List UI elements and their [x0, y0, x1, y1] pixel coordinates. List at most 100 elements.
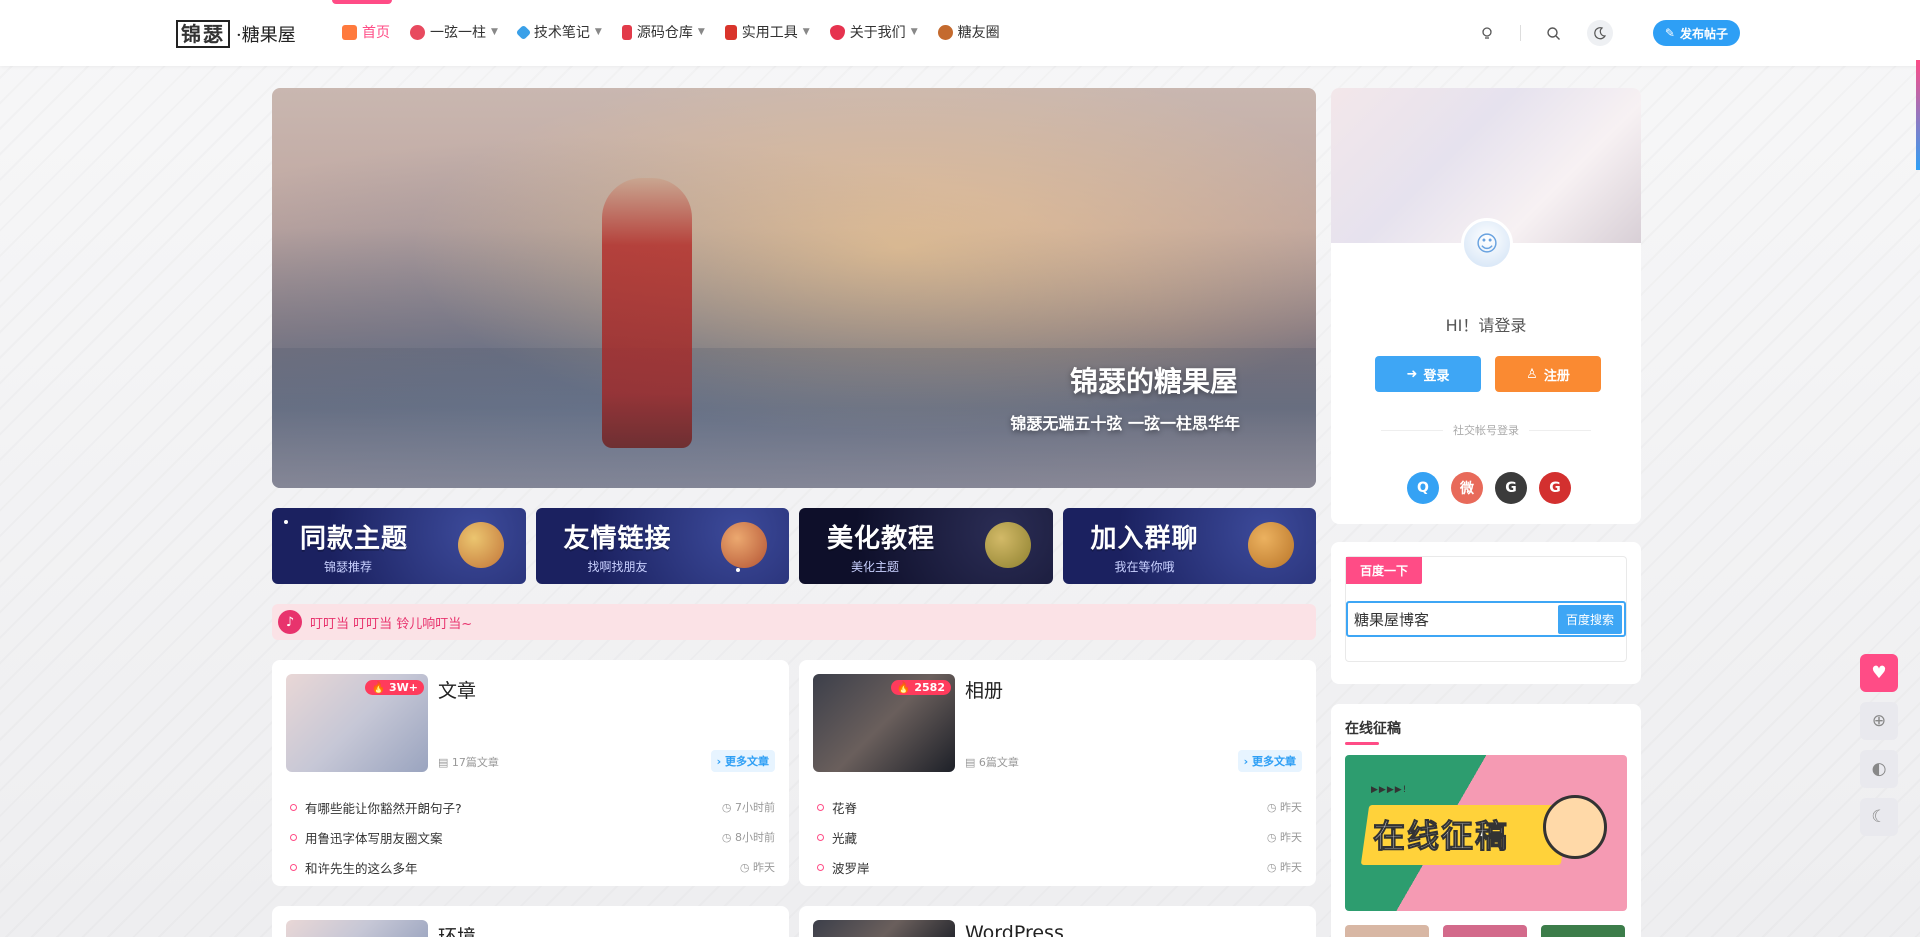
moon-icon[interactable]: ☾	[1860, 798, 1898, 836]
planet-decor	[1248, 522, 1294, 568]
nav-item-source[interactable]: 源码仓库 ▼	[621, 22, 705, 42]
feature-card[interactable]: 加入群聊 我在等你哦	[1062, 508, 1316, 584]
card-title: 加入群聊	[1090, 524, 1199, 554]
register-button[interactable]: ♙ 注册	[1495, 356, 1601, 392]
category-title[interactable]: 文章	[438, 676, 476, 703]
category-title[interactable]: 相册	[965, 676, 1003, 703]
main-nav: 首页 一弦一柱 ▼ 技术笔记 ▼ 源码仓库 ▼ 实用工具 ▼ 关于我们 ▼ 糖友…	[342, 22, 1000, 42]
star-decor	[284, 520, 288, 524]
hero-banner[interactable]: 锦瑟的糖果屋 锦瑟无端五十弦 一弦一柱思华年	[272, 88, 1316, 488]
calendar-icon	[724, 24, 737, 40]
publish-post-button[interactable]: ✎ 发布帖子	[1652, 20, 1740, 46]
thumbnail[interactable]	[1443, 925, 1527, 937]
category-thumbnail[interactable]: 🔥 3W+	[286, 674, 428, 772]
category-title[interactable]: WordPress	[965, 922, 1064, 937]
list-item[interactable]: 波罗岸 ◷ 昨天	[817, 852, 1302, 882]
search-icon[interactable]	[1541, 20, 1567, 46]
sign-in-icon: ➜	[1406, 366, 1418, 382]
more-posts-button[interactable]: › 更多文章	[1237, 750, 1302, 772]
post-time: ◷ 7小时前	[721, 801, 775, 814]
list-item[interactable]: 和许先生的这么多年 ◷ 昨天	[290, 852, 775, 882]
bullet-icon	[290, 833, 297, 841]
banner-text: 在线征稿	[1372, 817, 1510, 856]
bell-icon: ♪	[278, 610, 302, 634]
baidu-search-widget: 百度一下 百度搜索	[1331, 542, 1641, 684]
nav-label: 首页	[362, 25, 390, 41]
nav-item-about[interactable]: 关于我们 ▼	[829, 22, 918, 42]
nav-item-guitar[interactable]: 一弦一柱 ▼	[410, 22, 498, 42]
notice-bar: ♪ 叮叮当 叮叮当 铃儿响叮当~	[272, 604, 1316, 640]
post-count: ▤ 6篇文章	[965, 756, 1019, 769]
category-sections: 🔥 3W+ 文章 ▤ 17篇文章 › 更多文章 有哪些能让你豁然开朗句子? ◷ …	[272, 660, 1316, 886]
lightbulb-icon[interactable]	[1474, 20, 1500, 46]
nav-item-tech-notes[interactable]: 技术笔记 ▼	[515, 22, 602, 42]
category-card-articles: 🔥 3W+ 文章 ▤ 17篇文章 › 更多文章 有哪些能让你豁然开朗句子? ◷ …	[272, 660, 789, 886]
card-title: 同款主题	[300, 524, 409, 554]
top-navbar: 锦瑟 ·糖果屋 首页 一弦一柱 ▼ 技术笔记 ▼ 源码仓库 ▼ 实用工具 ▼ 关…	[0, 0, 1920, 66]
heart-icon[interactable]: ♥	[1860, 654, 1898, 692]
post-list: 花脊 ◷ 昨天 光藏 ◷ 昨天 波罗岸 ◷ 昨天	[817, 792, 1302, 882]
list-item[interactable]: 有哪些能让你豁然开朗句子? ◷ 7小时前	[290, 792, 775, 822]
category-sections-next: 环境 WordPress	[272, 906, 1316, 937]
category-thumbnail[interactable]: 🔥 2582	[813, 674, 955, 772]
nav-item-tools[interactable]: 实用工具 ▼	[724, 22, 810, 42]
avatar: ☺	[1461, 218, 1513, 270]
site-logo[interactable]: 锦瑟 ·糖果屋	[176, 20, 296, 48]
nav-label: 技术笔记	[533, 25, 590, 41]
nav-label: 实用工具	[741, 25, 798, 41]
category-title[interactable]: 环境	[438, 922, 476, 937]
moon-icon[interactable]	[1586, 20, 1613, 46]
search-input[interactable]	[1354, 610, 1514, 628]
star-decor	[735, 568, 740, 572]
bullet-icon	[817, 863, 824, 871]
qq-icon[interactable]: Q	[1407, 472, 1439, 504]
contribution-banner[interactable]: ▶▶▶▶! 在线征稿	[1345, 755, 1627, 911]
category-thumbnail[interactable]	[813, 920, 955, 937]
list-item[interactable]: 用鲁迅字体写朋友圈文案 ◷ 8小时前	[290, 822, 775, 852]
search-box: 百度一下 百度搜索	[1345, 556, 1627, 662]
category-card-wordpress: WordPress	[799, 906, 1316, 937]
auth-buttons: ➜ 登录 ♙ 注册	[1375, 356, 1601, 392]
login-button[interactable]: ➜ 登录	[1375, 356, 1481, 392]
plus-circle-icon[interactable]: ⊕	[1860, 702, 1898, 740]
feature-card[interactable]: 同款主题 锦瑟推荐	[272, 508, 526, 584]
user-icon: ♙	[1526, 366, 1538, 382]
post-time: ◷ 昨天	[1266, 831, 1302, 844]
chevron-down-icon: ▼	[491, 27, 498, 37]
bullet-icon	[817, 803, 824, 811]
card-title: 友情链接	[563, 524, 672, 554]
feature-card[interactable]: 美化教程 美化主题	[799, 508, 1053, 584]
search-submit-button[interactable]: 百度搜索	[1557, 604, 1622, 634]
weibo-icon[interactable]: 微	[1451, 472, 1483, 504]
category-card-environment: 环境	[272, 906, 789, 937]
nav-label: 关于我们	[849, 25, 906, 41]
social-login-buttons: Q 微 G G	[1407, 472, 1571, 504]
strawberry-icon	[829, 24, 845, 40]
main-content: 锦瑟的糖果屋 锦瑟无端五十弦 一弦一柱思华年 同款主题 锦瑟推荐 友情链接 找啊…	[272, 88, 1316, 937]
thumbnail[interactable]	[1541, 925, 1625, 937]
category-thumbnail[interactable]	[286, 920, 428, 937]
nav-label: 源码仓库	[636, 25, 693, 41]
qq-icon[interactable]: ◐	[1860, 750, 1898, 788]
nav-item-home[interactable]: 首页	[342, 22, 390, 42]
active-indicator	[332, 0, 392, 4]
card-subtitle: 我在等你哦	[1114, 560, 1175, 574]
list-item[interactable]: 花脊 ◷ 昨天	[817, 792, 1302, 822]
feature-card[interactable]: 友情链接 找啊找朋友	[535, 508, 789, 584]
banner-subtitle: 锦瑟无端五十弦 一弦一柱思华年	[1010, 414, 1240, 433]
planet-decor	[721, 522, 767, 568]
github-icon[interactable]: G	[1495, 472, 1527, 504]
more-posts-button[interactable]: › 更多文章	[710, 750, 775, 772]
chevron-down-icon: ▼	[910, 27, 918, 37]
list-item[interactable]: 光藏 ◷ 昨天	[817, 822, 1302, 852]
card-subtitle: 找啊找朋友	[587, 560, 648, 574]
bullet-icon	[817, 833, 824, 841]
hot-badge: 🔥 2582	[890, 680, 951, 695]
post-time: ◷ 昨天	[739, 861, 775, 874]
thumbnail[interactable]	[1345, 925, 1429, 937]
title-underline	[1345, 742, 1379, 745]
gitee-icon[interactable]: G	[1539, 472, 1571, 504]
nav-item-circle[interactable]: 糖友圈	[937, 22, 1000, 42]
banner-title: 锦瑟的糖果屋	[1069, 365, 1238, 398]
nav-label: 一弦一柱	[430, 25, 486, 41]
